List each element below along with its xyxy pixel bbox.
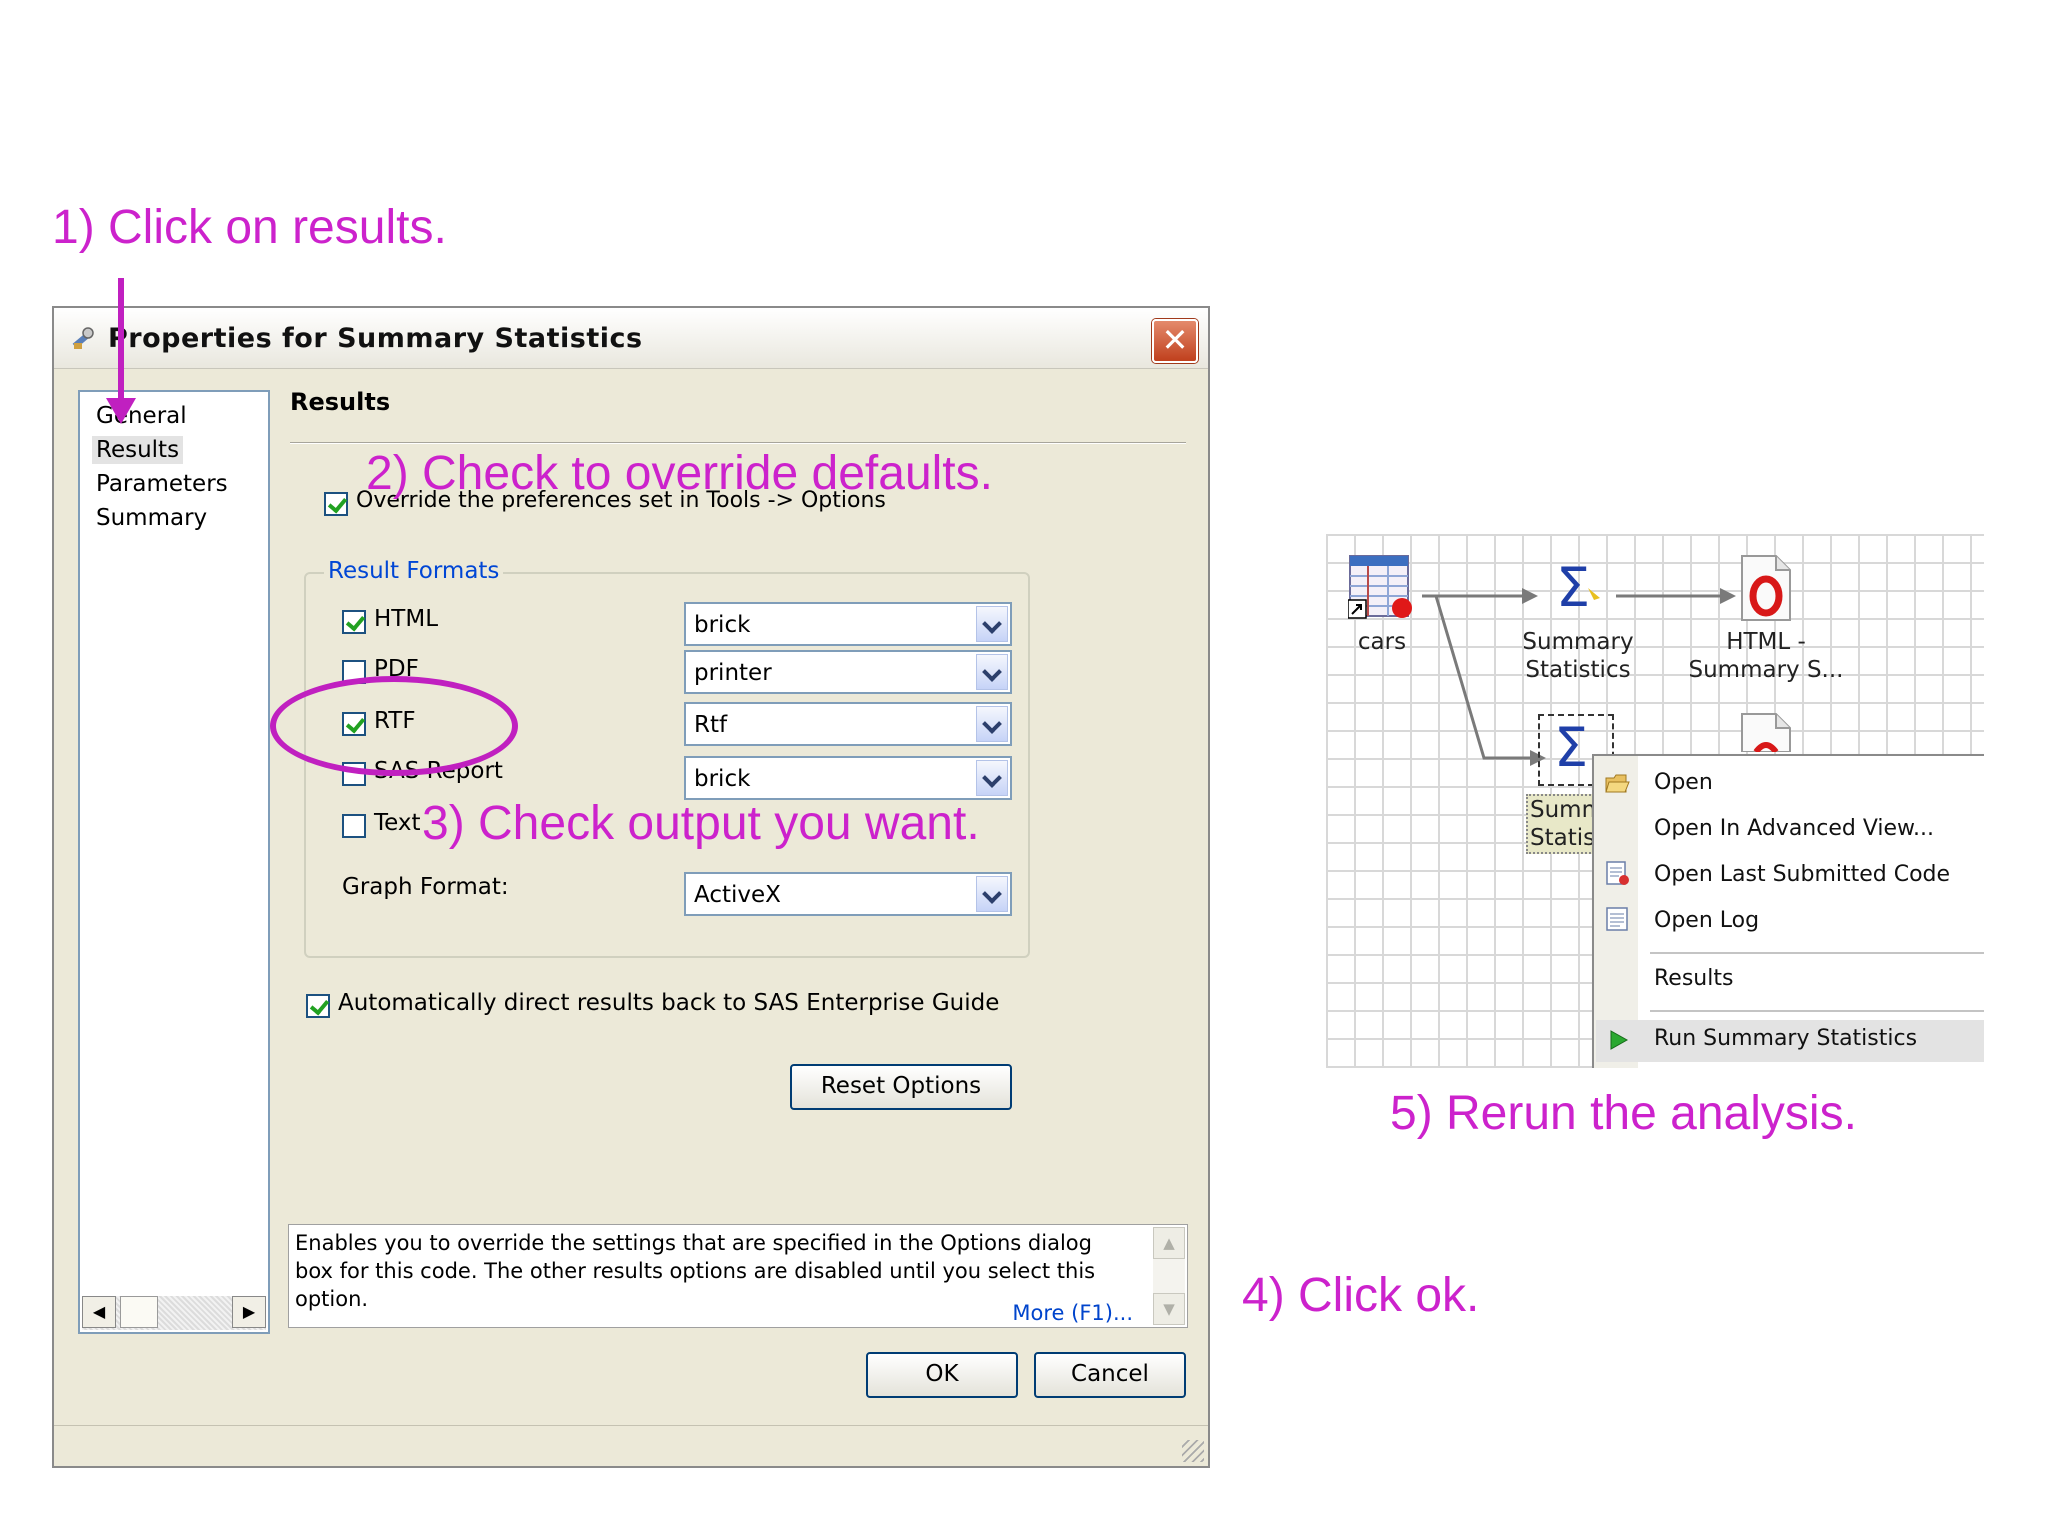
properties-icon [72, 327, 94, 349]
pdf-style-value: printer [694, 660, 772, 686]
menu-separator [1650, 952, 1984, 954]
nav-item-parameters[interactable]: Parameters [92, 470, 232, 498]
result-formats-title: Result Formats [324, 558, 504, 584]
menu-item-results[interactable]: Results [1654, 966, 1733, 991]
auto-direct-label: Automatically direct results back to SAS… [338, 990, 1000, 1016]
sas-report-style-select[interactable]: brick [684, 756, 1012, 800]
arrow-down-icon: ▼ [1163, 1300, 1175, 1318]
scroll-down-button[interactable]: ▼ [1153, 1293, 1185, 1325]
chevron-down-icon[interactable] [976, 606, 1008, 642]
resize-grip-icon[interactable] [1182, 1440, 1204, 1462]
chevron-down-icon[interactable] [976, 876, 1008, 912]
sas-report-style-value: brick [694, 766, 751, 792]
annotation-arrow-head [106, 398, 136, 424]
html-document-icon-2 [1741, 713, 1791, 752]
text-checkbox[interactable] [342, 814, 366, 838]
menu-item-open[interactable]: Open [1654, 770, 1713, 795]
annotation-step4: 4) Click ok. [1242, 1269, 1480, 1322]
nav-list: General Results Parameters Summary ◀ ▶ [78, 390, 270, 1334]
chevron-down-icon[interactable] [976, 654, 1008, 690]
chevron-down-icon[interactable] [976, 760, 1008, 796]
section-divider [290, 442, 1186, 444]
dialog-titlebar[interactable]: Properties for Summary Statistics ✕ [54, 308, 1208, 369]
menu-item-open-log[interactable]: Open Log [1654, 908, 1759, 933]
summary-statistics-selected-label: Summ Statis [1526, 794, 1604, 854]
dialog-title: Properties for Summary Statistics [108, 323, 643, 354]
arrow-up-icon: ▲ [1163, 1234, 1175, 1252]
table-icon [1348, 555, 1412, 619]
dialog-statusbar [54, 1425, 1208, 1466]
summary-statistics-node[interactable]: Σ Summary Statistics [1508, 558, 1648, 683]
annotation-step2: 2) Check to override defaults. [366, 447, 993, 500]
html-checkbox[interactable] [342, 610, 366, 634]
graph-format-select[interactable]: ActiveX [684, 872, 1012, 916]
rtf-style-value: Rtf [694, 712, 728, 738]
scroll-up-button[interactable]: ▲ [1153, 1227, 1185, 1259]
cars-node[interactable]: cars [1346, 554, 1418, 658]
menu-item-open-last-code[interactable]: Open Last Submitted Code [1654, 862, 1950, 887]
close-button[interactable]: ✕ [1152, 319, 1198, 363]
svg-text:Σ: Σ [1556, 558, 1590, 618]
graph-format-label: Graph Format: [342, 874, 509, 900]
scroll-thumb[interactable] [120, 1296, 158, 1328]
auto-direct-checkbox[interactable] [306, 994, 330, 1018]
summary2-label-line2: Statis [1530, 825, 1596, 851]
summary-label-line2: Statistics [1525, 657, 1631, 683]
html-result-node[interactable]: HTML - Summary S... [1686, 554, 1846, 683]
annotation-arrow-line [118, 278, 124, 404]
cancel-button[interactable]: Cancel [1034, 1352, 1186, 1398]
annotation-step1: 1) Click on results. [52, 201, 447, 254]
rtf-highlight-circle [270, 676, 518, 776]
log-document-icon [1606, 907, 1628, 931]
summary-label-line1: Summary [1522, 629, 1634, 655]
reset-options-button[interactable]: Reset Options [790, 1064, 1012, 1110]
html-style-value: brick [694, 612, 751, 638]
close-icon: ✕ [1161, 321, 1189, 359]
html-label-line2: Summary S... [1688, 657, 1844, 683]
html-style-select[interactable]: brick [684, 602, 1012, 646]
rtf-style-select[interactable]: Rtf [684, 702, 1012, 746]
sigma-icon: Σ [1556, 558, 1600, 618]
html-label-line1: HTML - [1726, 629, 1806, 655]
nav-item-results[interactable]: Results [92, 436, 184, 464]
summary-statistics-node-label: Summary Statistics [1508, 628, 1648, 684]
run-icon [1610, 1030, 1629, 1050]
nav-item-summary[interactable]: Summary [92, 504, 211, 532]
html-label: HTML [374, 606, 439, 632]
annotation-step5: 5) Rerun the analysis. [1390, 1087, 1857, 1140]
code-document-icon [1606, 861, 1629, 885]
scroll-right-button[interactable]: ▶ [232, 1296, 266, 1328]
ok-button[interactable]: OK [866, 1352, 1018, 1398]
context-menu: Open Open In Advanced View... Open Last … [1592, 754, 1984, 1068]
open-folder-icon [1605, 774, 1630, 793]
section-title: Results [290, 388, 391, 416]
nav-horizontal-scrollbar[interactable]: ◀ ▶ [82, 1296, 266, 1330]
arrow-left-icon: ◀ [92, 1302, 106, 1321]
scroll-left-button[interactable]: ◀ [82, 1296, 116, 1328]
cars-node-label: cars [1357, 629, 1407, 655]
description-scrollbar[interactable]: ▲ ▼ [1153, 1227, 1185, 1325]
html-document-icon [1741, 555, 1791, 621]
menu-item-run-summary-statistics[interactable]: Run Summary Statistics [1596, 1020, 1984, 1062]
annotation-step3: 3) Check output you want. [422, 797, 980, 850]
description-text: Enables you to override the settings tha… [295, 1231, 1096, 1311]
process-flow-canvas[interactable]: cars Σ Summary Statistics HTML - Summary… [1326, 534, 1984, 1068]
html-result-node-label: HTML - Summary S... [1686, 628, 1846, 684]
run-summary-statistics-label: Run Summary Statistics [1654, 1026, 1918, 1051]
override-checkbox[interactable] [324, 492, 348, 516]
pdf-style-select[interactable]: printer [684, 650, 1012, 694]
graph-format-value: ActiveX [694, 882, 781, 908]
summary2-label-line1: Summ [1530, 797, 1604, 823]
arrow-right-icon: ▶ [242, 1302, 256, 1321]
menu-item-open-advanced[interactable]: Open In Advanced View... [1654, 816, 1934, 841]
description-box: Enables you to override the settings tha… [288, 1224, 1188, 1328]
text-label: Text [374, 810, 421, 836]
chevron-down-icon[interactable] [976, 706, 1008, 742]
menu-separator [1650, 1010, 1984, 1012]
more-help-link[interactable]: More (F1)... [1012, 1301, 1133, 1325]
svg-text:Σ: Σ [1554, 718, 1588, 778]
